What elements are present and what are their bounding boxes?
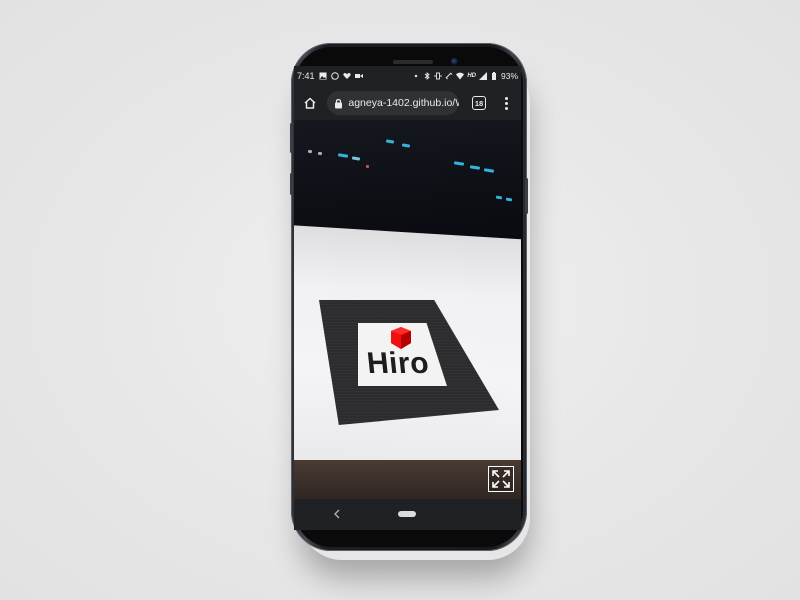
image-icon [319, 72, 327, 80]
tab-switcher-button[interactable]: 18 [472, 96, 486, 110]
back-chevron-icon[interactable] [330, 507, 344, 521]
home-pill-icon[interactable] [398, 511, 416, 517]
lock-icon[interactable] [333, 98, 344, 109]
laptop-taskbar-light [317, 151, 323, 156]
hiro-marker-text: Hiro [365, 347, 431, 380]
whatsapp-icon [330, 72, 339, 80]
vibrate-icon [434, 72, 442, 80]
dot-icon [412, 72, 420, 80]
laptop-taskbar-light [307, 149, 313, 154]
status-time: 7:41 [297, 71, 315, 81]
network-label: HD [467, 73, 476, 79]
wifi-icon [456, 72, 465, 80]
laptop-screen [294, 120, 521, 240]
video-icon [354, 72, 363, 80]
power-button [525, 178, 528, 214]
background: 7:41 HD 93% agneya-1402.github.io/W 18 H… [0, 0, 800, 600]
status-right: HD 93% [412, 71, 521, 81]
heart-icon [342, 72, 351, 80]
android-nav-bar [294, 499, 521, 530]
home-icon [304, 97, 316, 109]
front-camera-icon [451, 58, 458, 65]
status-left: 7:41 [294, 71, 363, 81]
bluetooth-icon [423, 72, 431, 80]
phone-screen: 7:41 HD 93% agneya-1402.github.io/W 18 H… [294, 66, 521, 530]
more-vert-icon[interactable] [496, 91, 516, 115]
fullscreen-button[interactable] [488, 466, 514, 492]
table-surface [294, 460, 521, 499]
laptop-taskbar-light [365, 164, 370, 169]
battery-percent: 93% [500, 71, 518, 81]
ar-cube [391, 327, 411, 349]
url-text[interactable]: agneya-1402.github.io/W [348, 97, 459, 109]
link-icon [445, 72, 453, 80]
browser-toolbar: agneya-1402.github.io/W 18 [294, 86, 521, 120]
signal-icon [478, 72, 487, 80]
address-bar[interactable]: agneya-1402.github.io/W [327, 91, 459, 115]
ar-camera-view[interactable]: Hiro [294, 120, 521, 499]
battery-icon [490, 72, 498, 80]
home-button[interactable] [297, 90, 323, 116]
earpiece [393, 60, 433, 64]
fullscreen-icon [492, 470, 510, 488]
bixby-button [290, 173, 293, 195]
volume-button [290, 123, 293, 153]
status-bar: 7:41 HD 93% [294, 66, 521, 86]
